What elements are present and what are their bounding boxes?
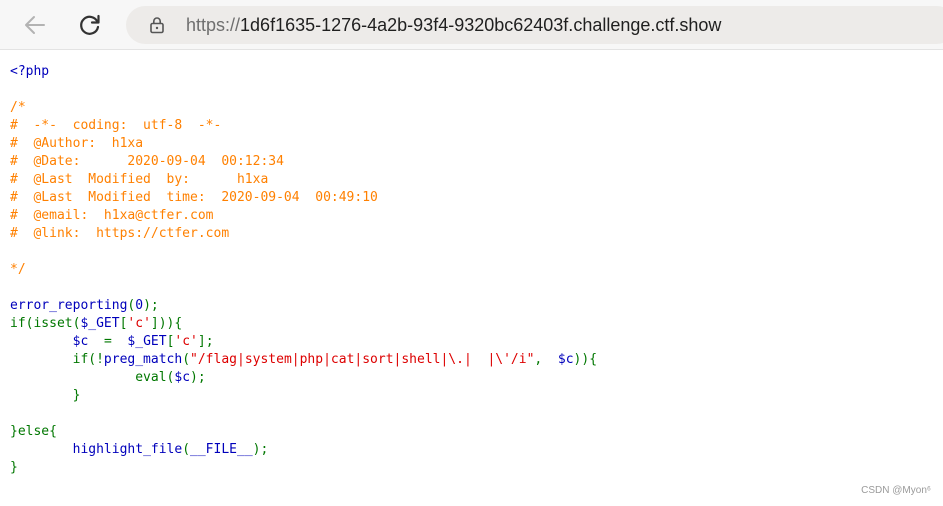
browser-toolbar: https://1d6f1635-1276-4a2b-93f4-9320bc62… <box>0 0 943 50</box>
code-token: ); <box>252 442 269 457</box>
code-token: error_reporting <box>10 298 128 313</box>
code-line: <?php <box>10 63 935 81</box>
code-line: # @Last Modified time: 2020-09-04 00:49:… <box>10 189 935 207</box>
code-token: }else{ <box>10 424 57 439</box>
code-token: __FILE__ <box>190 442 253 457</box>
code-token: 'c' <box>127 316 151 331</box>
code-line: # @email: h1xa@ctfer.com <box>10 207 935 225</box>
code-token: ); <box>190 370 206 385</box>
code-token: $_GET <box>80 316 120 331</box>
code-line: # @link: https://ctfer.com <box>10 225 935 243</box>
code-line: } <box>10 459 935 477</box>
code-line: highlight_file(__FILE__); <box>10 441 935 459</box>
address-bar[interactable]: https://1d6f1635-1276-4a2b-93f4-9320bc62… <box>126 6 943 44</box>
code-token: */ <box>10 262 26 277</box>
code-token: # @link: https://ctfer.com <box>10 226 230 241</box>
code-token: $c <box>174 370 191 385</box>
code-token: # @Last Modified time: 2020-09-04 00:49:… <box>10 190 378 205</box>
code-token: ); <box>143 298 159 313</box>
code-line: # @Date: 2020-09-04 00:12:34 <box>10 153 935 171</box>
code-line: */ <box>10 261 935 279</box>
code-token: # @Author: h1xa <box>10 136 144 151</box>
code-token: = <box>103 334 128 349</box>
code-token: eval( <box>10 370 175 385</box>
code-token: if(isset( <box>10 316 81 331</box>
code-token: ])){ <box>150 316 183 331</box>
arrow-left-icon <box>25 16 45 34</box>
code-token: preg_match <box>103 352 183 367</box>
code-token: $c <box>557 352 574 367</box>
code-token: } <box>10 388 81 403</box>
code-line: eval($c); <box>10 369 935 387</box>
code-token: # @Date: 2020-09-04 00:12:34 <box>10 154 284 169</box>
url-text[interactable]: https://1d6f1635-1276-4a2b-93f4-9320bc62… <box>186 15 721 35</box>
source-code-view: <?php /* # -*- coding: utf-8 -*- # @Author:… <box>10 63 935 477</box>
code-token: # @email: h1xa@ctfer.com <box>10 208 214 223</box>
code-line: /* <box>10 99 935 117</box>
code-token: <?php <box>10 64 50 79</box>
code-token: ( <box>182 442 191 457</box>
code-token: 'c' <box>174 334 198 349</box>
code-line: # @Last Modified by: h1xa <box>10 171 935 189</box>
code-token: ]; <box>197 334 214 349</box>
code-line: if(isset($_GET['c'])){ <box>10 315 935 333</box>
code-token: /* <box>10 100 26 115</box>
code-line: $c = $_GET['c']; <box>10 333 935 351</box>
code-line: # -*- coding: utf-8 -*- <box>10 117 935 135</box>
code-line: }else{ <box>10 423 935 441</box>
code-token: 0 <box>135 298 144 313</box>
code-line: if(!preg_match("/flag|system|php|cat|sor… <box>10 351 935 369</box>
url-host: 1d6f1635-1276-4a2b-93f4-9320bc62403f.cha… <box>240 15 722 35</box>
code-token: # -*- coding: utf-8 -*- <box>10 118 222 133</box>
code-token: highlight_file <box>72 442 183 457</box>
code-line: error_reporting(0); <box>10 297 935 315</box>
reload-icon <box>80 14 100 35</box>
code-line: } <box>10 387 935 405</box>
code-token: , <box>534 352 558 367</box>
code-token: ( <box>182 352 191 367</box>
reload-button[interactable] <box>74 9 106 41</box>
code-token: if(! <box>10 352 104 367</box>
lock-icon[interactable] <box>148 16 166 34</box>
code-token: "/flag|system|php|cat|sort|shell|\.| |\'… <box>190 352 535 367</box>
code-token: } <box>10 460 18 475</box>
back-button[interactable] <box>19 9 51 41</box>
code-token: $c <box>72 334 104 349</box>
code-token: # @Last Modified by: h1xa <box>10 172 269 187</box>
csdn-watermark: CSDN @Myon⁶ <box>861 485 931 496</box>
url-scheme: https:// <box>186 15 241 35</box>
code-token: )){ <box>573 352 598 367</box>
code-token: $_GET <box>127 334 167 349</box>
code-line: # @Author: h1xa <box>10 135 935 153</box>
